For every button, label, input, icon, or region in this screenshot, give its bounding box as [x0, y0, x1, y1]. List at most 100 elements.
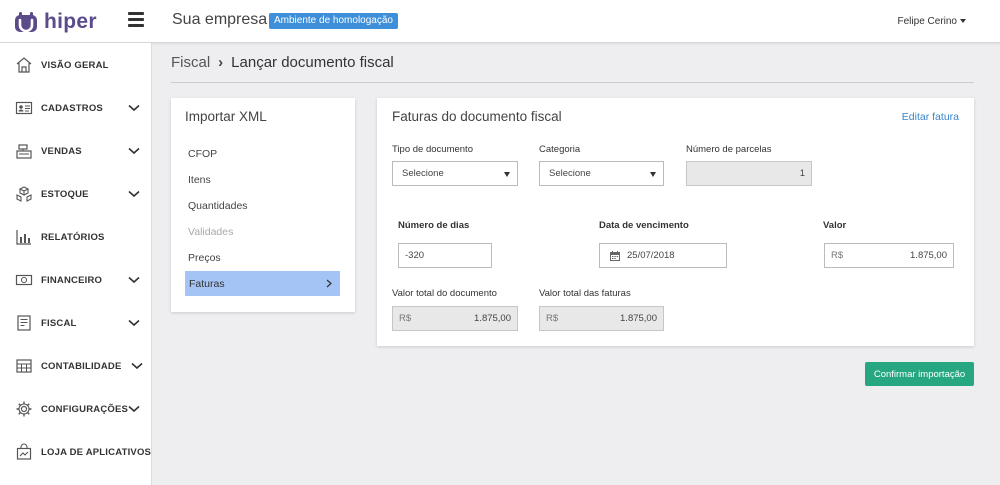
sidebar-item-cadastros[interactable]: CADASTROS — [0, 93, 152, 123]
valor-input[interactable]: R$ 1.875,00 — [824, 243, 954, 268]
breadcrumb-parent[interactable]: Fiscal — [171, 54, 210, 71]
chevron-down-icon — [128, 190, 140, 198]
select-value: Selecione — [549, 168, 591, 179]
sidebar-item-fiscal[interactable]: FISCAL — [0, 308, 152, 338]
chevron-down-icon — [128, 319, 140, 327]
sidebar-item-vendas[interactable]: VENDAS — [0, 136, 152, 166]
categoria-select[interactable]: Selecione — [539, 161, 664, 186]
select-value: Selecione — [402, 168, 444, 179]
sidebar-item-estoque[interactable]: ESTOQUE — [0, 179, 152, 209]
sidebar-item-label: VENDAS — [41, 145, 82, 157]
top-bar: hiper Sua empresa Ambiente de homologaçã… — [0, 0, 1000, 43]
import-steps-card: Importar XML CFOP Itens Quantidades Vali… — [171, 98, 355, 312]
chevron-down-icon — [128, 405, 140, 413]
hamburger-bar — [128, 18, 144, 21]
categoria-label: Categoria — [539, 144, 581, 155]
field-value: 1.875,00 — [910, 250, 947, 261]
tipo-documento-select[interactable]: Selecione — [392, 161, 518, 186]
caret-down-icon — [960, 19, 966, 24]
sidebar-item-label: CONFIGURAÇÕES — [41, 403, 129, 415]
step-label: Faturas — [189, 278, 225, 290]
valor-total-documento-field: R$ 1.875,00 — [392, 306, 518, 331]
environment-badge: Ambiente de homologação — [269, 13, 398, 29]
import-card-title: Importar XML — [185, 109, 267, 124]
chevron-down-icon — [128, 147, 140, 155]
sidebar-item-label: CONTABILIDADE — [41, 360, 122, 372]
step-quantidades[interactable]: Quantidades — [188, 200, 248, 212]
field-value: 1.875,00 — [620, 313, 657, 324]
hiper-logo-icon — [15, 12, 37, 33]
sidebar-item-loja-de-aplicativos[interactable]: LOJA DE APLICATIVOS — [0, 437, 152, 467]
edit-invoice-link[interactable]: Editar fatura — [902, 111, 959, 123]
faturas-card: Faturas do documento fiscal Editar fatur… — [377, 98, 974, 346]
user-name: Felipe Cerino — [897, 16, 957, 27]
sidebar-item-label: RELATÓRIOS — [41, 231, 105, 243]
sidebar-item-label: FISCAL — [41, 317, 77, 329]
data-vencimento-label: Data de vencimento — [599, 220, 689, 231]
hamburger-bar — [128, 12, 144, 15]
valor-label: Valor — [823, 220, 847, 231]
valor-total-documento-label: Valor total do documento — [392, 288, 497, 299]
field-value: 1 — [799, 168, 805, 179]
currency-prefix: R$ — [831, 250, 844, 261]
valor-total-faturas-label: Valor total das faturas — [539, 288, 631, 299]
calendar-icon — [610, 250, 620, 261]
caret-down-icon — [504, 172, 510, 177]
chevron-right-icon: › — [218, 54, 224, 71]
breadcrumb-current: Lançar documento fiscal — [231, 54, 394, 71]
chevron-down-icon — [128, 276, 140, 284]
sidebar-item-label: CADASTROS — [41, 102, 103, 114]
sidebar-item-configuracoes[interactable]: CONFIGURAÇÕES — [0, 394, 152, 424]
numero-parcelas-field: 1 — [686, 161, 812, 186]
company-name: Sua empresa — [172, 11, 268, 28]
bar-chart-icon — [16, 230, 31, 245]
data-vencimento-input[interactable]: 25/07/2018 — [599, 243, 727, 268]
boxes-icon — [16, 186, 32, 202]
calculator-icon — [16, 359, 32, 373]
numero-parcelas-label: Número de parcelas — [686, 144, 772, 155]
cash-register-icon — [16, 144, 32, 159]
caret-down-icon — [650, 172, 656, 177]
sidebar: VISÃO GERAL CADASTROS VENDAS ESTOQUE REL… — [0, 43, 152, 485]
currency-prefix: R$ — [399, 313, 412, 324]
field-value: 1.875,00 — [474, 313, 511, 324]
home-icon — [16, 57, 32, 73]
chevron-down-icon — [128, 104, 140, 112]
field-value: -320 — [405, 250, 425, 261]
breadcrumb: Fiscal › Lançar documento fiscal — [171, 54, 394, 71]
numero-dias-label: Número de dias — [398, 220, 470, 231]
valor-total-faturas-field: R$ 1.875,00 — [539, 306, 664, 331]
step-faturas[interactable]: Faturas — [185, 271, 340, 296]
field-value: 25/07/2018 — [627, 250, 675, 261]
divider — [171, 82, 974, 83]
sidebar-item-label: FINANCEIRO — [41, 274, 103, 286]
confirm-import-button[interactable]: Confirmar importação — [865, 362, 974, 386]
logo[interactable]: hiper — [14, 9, 97, 35]
step-validades: Validades — [188, 226, 234, 238]
step-itens[interactable]: Itens — [188, 174, 211, 186]
money-icon — [15, 274, 33, 286]
gear-icon — [16, 401, 32, 417]
menu-toggle-button[interactable] — [128, 12, 144, 28]
faturas-card-title: Faturas do documento fiscal — [392, 109, 562, 124]
receipt-icon — [17, 315, 31, 331]
shopping-bag-icon — [16, 443, 32, 460]
step-precos[interactable]: Preços — [188, 252, 221, 264]
logo-text: hiper — [44, 10, 97, 33]
sidebar-item-visao-geral[interactable]: VISÃO GERAL — [0, 50, 152, 80]
sidebar-item-financeiro[interactable]: FINANCEIRO — [0, 265, 152, 295]
tipo-documento-label: Tipo de documento — [392, 144, 473, 155]
sidebar-item-contabilidade[interactable]: CONTABILIDADE — [0, 351, 152, 381]
sidebar-item-label: LOJA DE APLICATIVOS — [41, 446, 152, 458]
chevron-down-icon — [131, 362, 143, 370]
step-cfop[interactable]: CFOP — [188, 148, 217, 160]
hamburger-bar — [128, 24, 144, 27]
sidebar-item-label: ESTOQUE — [41, 188, 89, 200]
id-card-icon — [15, 101, 33, 115]
currency-prefix: R$ — [546, 313, 559, 324]
chevron-right-icon — [326, 279, 332, 288]
user-menu[interactable]: Felipe Cerino — [898, 16, 966, 27]
sidebar-item-label: VISÃO GERAL — [41, 59, 109, 71]
sidebar-item-relatorios[interactable]: RELATÓRIOS — [0, 222, 152, 252]
numero-dias-input[interactable]: -320 — [398, 243, 492, 268]
